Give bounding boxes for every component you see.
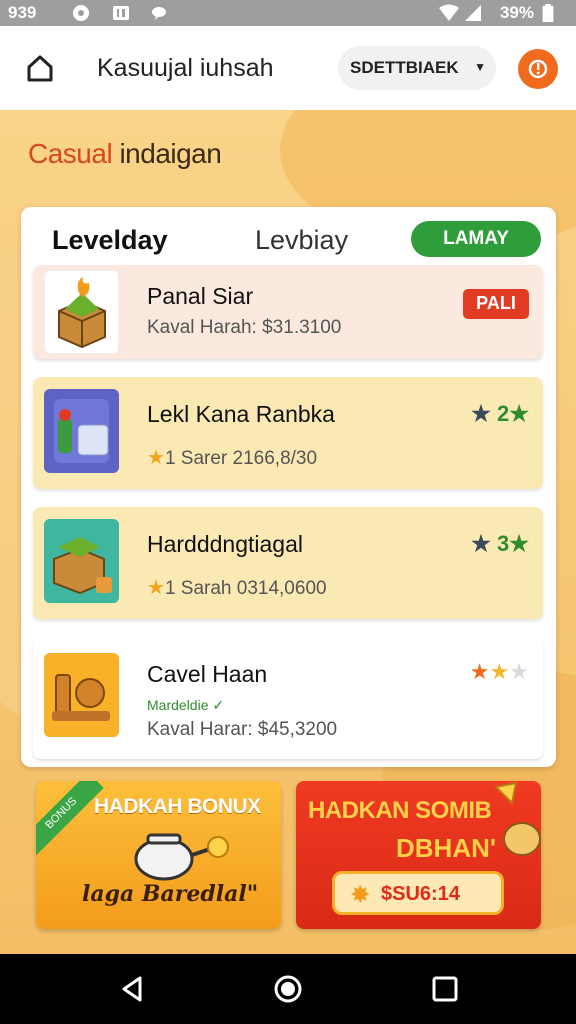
tab-levbiay[interactable]: Levbiay <box>255 225 348 256</box>
item-thumbnail <box>44 389 119 473</box>
wooden-toy-icon <box>44 653 119 737</box>
wifi-icon <box>439 4 459 21</box>
crate-fire-icon <box>58 277 106 349</box>
app-title: Kasuujal iuhsah <box>97 54 274 82</box>
star-icon: ★ <box>471 401 498 426</box>
promo-script-text: laga Baredlal" <box>82 881 259 907</box>
item-thumbnail <box>44 270 119 354</box>
status-bar: 939 39% <box>0 0 576 26</box>
item-subtitle: Kaval Harah: $31.3100 <box>147 317 342 338</box>
tab-lamay-pill[interactable]: LAMAY <box>411 221 541 257</box>
item-name: Cavel Haan <box>147 661 268 687</box>
star-icon: ★ <box>509 659 529 684</box>
item-subtitle: ★1 Sarah 0314,0600 <box>147 577 327 599</box>
star-icon: ★ <box>509 531 529 556</box>
check-icon: ✓ <box>212 697 225 713</box>
chat-icon <box>152 7 166 20</box>
app-bar: Kasuujal iuhsah SDETTBIAEK ▼ <box>0 26 576 110</box>
star-icon: ★ <box>509 401 529 426</box>
item-thumbnail <box>44 653 119 737</box>
star-icon: ★ <box>147 577 165 599</box>
list-item[interactable]: Hardddngtiagal ★1 Sarah 0314,0600 ★ 3★ <box>33 507 543 619</box>
promo-special-banner[interactable]: HADKAN SOMIB DBHAN' ✸ $SU6:14 <box>296 781 541 929</box>
list-item[interactable]: Lekl Kana Ranbka ★1 Sarer 2166,8/30 ★ 2★ <box>33 377 543 489</box>
tab-levelday[interactable]: Levelday <box>52 225 168 256</box>
alert-button[interactable] <box>518 49 558 89</box>
home-nav-icon[interactable] <box>273 974 303 1004</box>
status-badge: PALI <box>463 289 529 319</box>
promo-title: HADKAH BONUX <box>94 795 261 818</box>
gift-crate-icon <box>44 519 119 603</box>
item-stars: ★★★ <box>470 659 529 685</box>
item-name: Panal Siar <box>147 283 254 309</box>
category-dropdown[interactable]: SDETTBIAEK ▼ <box>338 46 496 90</box>
star-icon: ★ <box>469 659 490 684</box>
list-item[interactable]: Panal Siar Kaval Harah: $31.3100 PALI <box>33 265 543 359</box>
section-title: Casual indaigan <box>28 138 222 169</box>
price-button[interactable]: ✸ $SU6:14 <box>332 871 504 915</box>
home-icon[interactable] <box>22 50 58 86</box>
status-time: 939 <box>8 3 37 22</box>
battery-icon <box>542 4 554 22</box>
notification-icon <box>73 5 89 21</box>
price-label: $SU6:14 <box>381 883 460 905</box>
signal-icon <box>465 5 481 21</box>
recents-icon[interactable] <box>430 974 460 1004</box>
list-item[interactable]: Cavel Haan Mardeldie ✓ Kaval Harar: $45,… <box>33 637 543 759</box>
item-name: Lekl Kana Ranbka <box>147 401 335 427</box>
teapot-icon <box>134 833 229 881</box>
star-icon: ★ <box>471 531 498 556</box>
star-icon: ★ <box>489 659 510 684</box>
bottle-box-icon <box>54 399 109 463</box>
battery-percent: 39% <box>499 3 534 22</box>
item-tag: Mardeldie ✓ <box>147 697 225 713</box>
star-icon: ★ <box>147 447 165 469</box>
chevron-down-icon: ▼ <box>474 60 486 74</box>
promo-bonus-banner[interactable]: BONUS HADKAH BONUX laga Baredlal" <box>36 781 281 929</box>
item-name: Hardddngtiagal <box>147 531 304 557</box>
game-list-card: Levelday Levbiay LAMAY Panal Siar Kaval … <box>21 207 556 767</box>
alert-icon <box>528 59 548 79</box>
promo-subtitle: DBHAN' <box>396 833 497 863</box>
item-subtitle: ★1 Sarer 2166,8/30 <box>147 447 318 469</box>
promo-title: HADKAN SOMIB <box>308 797 492 824</box>
image-icon <box>113 6 129 20</box>
item-rating: ★ 2★ <box>471 401 529 426</box>
item-subtitle: Kaval Harar: $45,3200 <box>147 719 338 740</box>
item-thumbnail <box>44 519 119 603</box>
item-rating: ★ 3★ <box>471 531 529 556</box>
dropdown-label: SDETTBIAEK <box>350 58 459 77</box>
bell-basket-icon <box>493 781 541 856</box>
sun-icon: ✸ <box>351 882 370 907</box>
back-icon[interactable] <box>118 974 148 1004</box>
system-navigation-bar <box>0 954 576 1024</box>
